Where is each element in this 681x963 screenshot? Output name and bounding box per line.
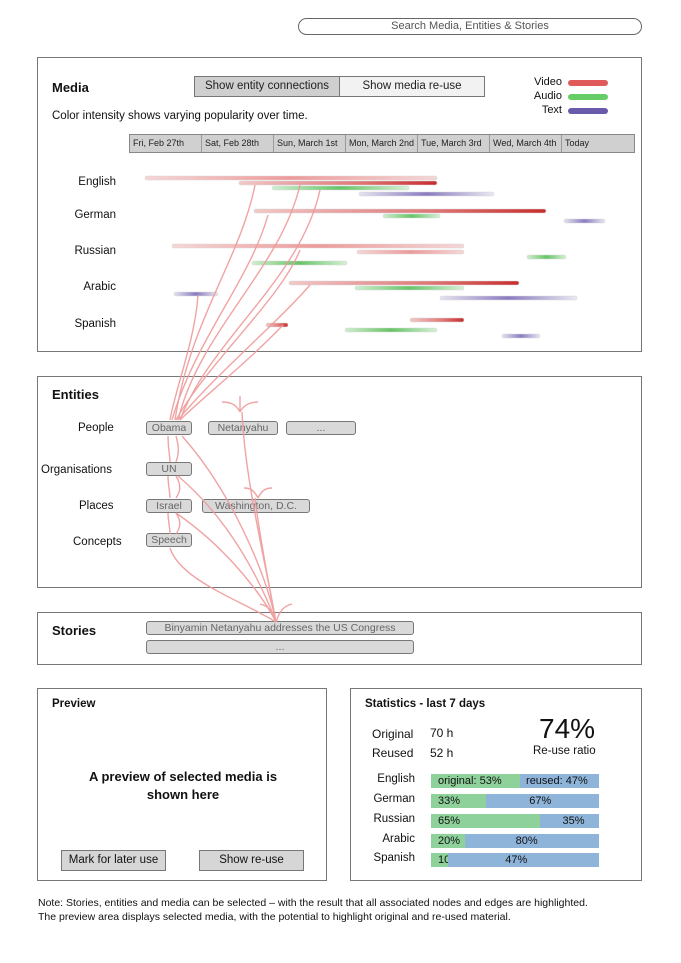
stat-bar-reused: 47% [447, 853, 599, 867]
legend-audio-label: Audio [533, 90, 562, 102]
entity-label-places: Places [79, 500, 114, 512]
reused-label: Reused [372, 746, 414, 760]
stat-bar[interactable]: original: 53% reused: 47% [431, 774, 599, 788]
entities-title: Entities [52, 387, 99, 402]
footnote: Note: Stories, entities and media can be… [38, 896, 648, 924]
entity-chip-speech[interactable]: Speech [146, 533, 192, 547]
preview-panel: Preview A preview of selected media is s… [37, 688, 327, 881]
date-cell[interactable]: Sun, March 1st [274, 135, 346, 152]
date-cell[interactable]: Sat, Feb 28th [202, 135, 274, 152]
story-item[interactable]: Binyamin Netanyahu addresses the US Cong… [146, 621, 414, 635]
legend-video-swatch [568, 80, 608, 86]
stat-language-label: German [373, 793, 415, 805]
entity-chip-un[interactable]: UN [146, 462, 192, 476]
media-title: Media [52, 80, 89, 95]
stat-bar-original: 33% [431, 794, 487, 808]
stat-language-label: Spanish [373, 852, 415, 864]
show-entity-connections-toggle[interactable]: Show entity connections [194, 76, 340, 97]
legend-text-label: Text [541, 104, 562, 116]
original-label: Original [372, 727, 414, 741]
date-cell[interactable]: Tue, March 3rd [418, 135, 490, 152]
date-cell[interactable]: Mon, March 2nd [346, 135, 418, 152]
reuse-ratio-label: Re-use ratio [533, 745, 596, 757]
story-item-more[interactable]: ... [146, 640, 414, 654]
date-cell-today[interactable]: Today [562, 135, 634, 152]
statistics-panel: Statistics - last 7 days Original 70 h R… [350, 688, 642, 881]
language-label-german: German [74, 209, 116, 221]
show-reuse-button[interactable]: Show re-use [199, 850, 304, 871]
reused-value: 52 h [430, 746, 454, 760]
statistics-title: Statistics - last 7 days [365, 698, 486, 710]
media-subtitle: Color intensity shows varying popularity… [52, 110, 308, 122]
date-cell[interactable]: Fri, Feb 27th [130, 135, 202, 152]
language-label-english: English [78, 176, 116, 188]
stat-bar-reused: 35% [540, 814, 599, 828]
reuse-ratio-value: 74% [539, 713, 596, 744]
entity-chip-more[interactable]: ... [286, 421, 356, 435]
stat-bar-reused: 80% [464, 834, 599, 848]
language-label-arabic: Arabic [83, 281, 116, 293]
entity-label-organisations: Organisations [41, 464, 112, 476]
stories-title: Stories [52, 623, 97, 638]
stat-language-label: Arabic [382, 833, 415, 845]
stories-panel: Stories Binyamin Netanyahu addresses the… [37, 612, 642, 665]
timeline-date-bar: Fri, Feb 27th Sat, Feb 28th Sun, March 1… [129, 134, 635, 153]
original-value: 70 h [430, 726, 454, 740]
entity-chip-netanyahu[interactable]: Netanyahu [208, 421, 278, 435]
stat-bar-original: 65% [431, 814, 541, 828]
media-panel: Media Show entity connections Show media… [37, 57, 642, 352]
legend-audio-swatch [568, 94, 608, 100]
stat-bar-reused: 67% [486, 794, 599, 808]
footnote-line-2: The preview area displays selected media… [38, 911, 511, 923]
stat-bar-original: original: 53% [431, 774, 521, 788]
stat-language-label: Russian [373, 813, 415, 825]
entity-chip-washington[interactable]: Washington, D.C. [202, 499, 310, 513]
stat-language-label: English [377, 773, 415, 785]
legend-video-label: Video [534, 76, 562, 88]
search-input[interactable]: Search Media, Entities & Stories [298, 18, 642, 35]
entity-label-people: People [78, 422, 114, 434]
date-cell[interactable]: Wed, March 4th [490, 135, 562, 152]
entity-chip-obama[interactable]: Obama [146, 421, 192, 435]
preview-title: Preview [52, 698, 96, 710]
stat-bar-original: 10% [431, 853, 448, 867]
language-label-russian: Russian [74, 245, 116, 257]
language-label-spanish: Spanish [74, 318, 116, 330]
stat-bar[interactable]: 65% 35% [431, 814, 599, 828]
stat-bar[interactable]: 20% 80% [431, 834, 599, 848]
mark-for-later-button[interactable]: Mark for later use [61, 850, 166, 871]
stat-bar-reused: reused: 47% [520, 774, 599, 788]
entity-label-concepts: Concepts [73, 536, 122, 548]
show-media-reuse-toggle[interactable]: Show media re-use [339, 76, 485, 97]
stat-bar-original: 20% [431, 834, 465, 848]
stat-bar[interactable]: 10%47% [431, 853, 599, 867]
stat-bar[interactable]: 33% 67% [431, 794, 599, 808]
entity-chip-israel[interactable]: Israel [146, 499, 192, 513]
preview-placeholder: A preview of selected media is shown her… [88, 769, 278, 802]
footnote-line-1: Note: Stories, entities and media can be… [38, 897, 588, 909]
entities-panel: Entities People Organisations Places Con… [37, 376, 642, 588]
legend-text-swatch [568, 108, 608, 114]
